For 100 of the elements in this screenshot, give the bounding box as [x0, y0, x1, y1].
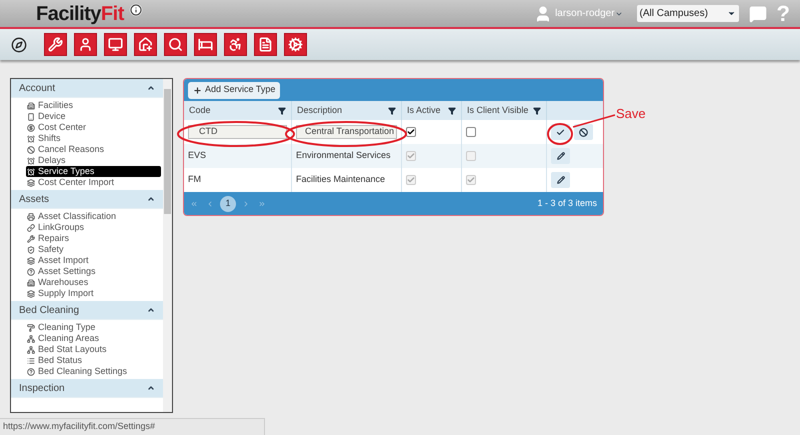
alarm-clock-icon — [27, 156, 35, 164]
checkbox[interactable] — [466, 127, 476, 137]
paint-roller-icon — [27, 324, 35, 332]
section-header[interactable]: Assets — [11, 190, 163, 209]
sidebar-item[interactable]: Cleaning Areas — [26, 333, 161, 344]
section-title: Account — [19, 82, 56, 96]
column-header[interactable]: Is Active — [402, 101, 462, 120]
building-icon — [27, 278, 35, 286]
sidebar-item[interactable]: Cost Center Import — [26, 177, 161, 188]
checkbox[interactable] — [406, 151, 416, 161]
monitor-icon — [108, 37, 123, 52]
campus-select[interactable]: (All Campuses) — [636, 5, 739, 22]
sidebar-item[interactable]: Facilities — [26, 100, 161, 111]
sidebar-item[interactable]: Cancel Reasons — [26, 144, 161, 155]
sidebar-item[interactable]: Shifts — [26, 133, 161, 144]
checkbox[interactable] — [406, 175, 416, 185]
settings-icon — [288, 37, 303, 52]
printer-icon — [27, 212, 35, 220]
column-header[interactable]: Description — [292, 101, 402, 120]
sidebar-item[interactable]: Device — [26, 111, 161, 122]
section-title: Inspection — [19, 382, 65, 396]
sidebar-item[interactable]: Bed Stat Layouts — [26, 344, 161, 355]
filter-icon — [448, 106, 456, 114]
section-header[interactable]: Inspection — [11, 379, 163, 398]
house-icon — [138, 37, 153, 52]
compass-icon[interactable] — [11, 36, 27, 52]
alarm-clock-icon — [27, 134, 35, 142]
check-icon — [407, 128, 415, 136]
sidebar-item[interactable]: Repairs — [26, 233, 161, 244]
wrench-icon — [27, 234, 35, 242]
section-header[interactable]: Bed Cleaning — [11, 301, 163, 320]
checkbox[interactable] — [406, 127, 416, 137]
settings-button[interactable] — [284, 33, 307, 56]
page-number[interactable]: 1 — [220, 196, 236, 212]
table-cell-text: FM — [188, 173, 201, 186]
actions-header — [547, 101, 603, 120]
link-icon — [27, 224, 35, 232]
table-cell-text: Environmental Services — [296, 149, 391, 162]
items-summary: 1 - 3 of 3 items — [537, 196, 597, 210]
sidebar-item[interactable]: Cleaning Type — [26, 322, 161, 333]
sidebar-item[interactable]: Asset Classification — [26, 211, 161, 222]
layers-icon — [27, 256, 35, 264]
edit-button[interactable] — [551, 172, 570, 188]
sidebar-item[interactable]: Warehouses — [26, 277, 161, 288]
sidebar-item[interactable]: Safety — [26, 244, 161, 255]
description-input[interactable]: Central Transportation — [296, 125, 397, 139]
edit-button[interactable] — [551, 148, 570, 164]
column-header[interactable]: Is Client Visible — [462, 101, 547, 120]
logo[interactable]: FacilityFit — [36, 4, 124, 24]
house-button[interactable] — [134, 33, 157, 56]
sidebar-item[interactable]: Asset Import — [26, 255, 161, 266]
bed-button[interactable] — [194, 33, 217, 56]
caret-icon — [726, 9, 736, 18]
alarm-clock-icon — [27, 168, 35, 176]
section-header[interactable]: Account — [11, 79, 163, 98]
code-input[interactable]: CTD — [188, 125, 287, 139]
scrollbar[interactable] — [163, 79, 172, 412]
sidebar-item[interactable]: Delays — [26, 155, 161, 166]
cancel-icon — [579, 128, 588, 136]
network-icon — [27, 346, 35, 354]
search-icon — [168, 37, 183, 52]
check-icon — [407, 176, 415, 184]
column-header[interactable]: Code — [184, 101, 292, 120]
filter-icon — [533, 106, 541, 114]
user-button[interactable] — [74, 33, 97, 56]
sidebar-item[interactable]: LinkGroups — [26, 222, 161, 233]
wrench-button[interactable] — [44, 33, 67, 56]
help-icon — [27, 368, 35, 376]
user-icon — [78, 37, 93, 52]
sidebar-item[interactable]: Asset Settings — [26, 266, 161, 277]
monitor-button[interactable] — [104, 33, 127, 56]
sidebar-item[interactable]: Cost Center — [26, 122, 161, 133]
checkbox[interactable] — [466, 151, 476, 161]
cancel-button[interactable] — [574, 124, 593, 140]
help-icon — [27, 268, 35, 276]
wheelchair-button[interactable] — [224, 33, 247, 56]
plus-icon — [193, 86, 202, 94]
pencil-icon — [556, 176, 564, 184]
list-icon — [27, 356, 35, 364]
save-annotation: Save — [616, 105, 646, 123]
status-bar-url: https://www.myfacilityfit.com/Settings# — [0, 418, 265, 435]
checkbox[interactable] — [466, 175, 476, 185]
sidebar-item[interactable]: Bed Cleaning Settings — [26, 366, 161, 377]
collapse-icon — [147, 195, 155, 203]
section-title: Bed Cleaning — [19, 304, 80, 318]
document-button[interactable] — [254, 33, 277, 56]
collapse-icon — [147, 306, 155, 314]
check-icon — [556, 128, 565, 136]
check-icon — [407, 152, 415, 160]
add-service-type-button[interactable]: Add Service Type — [188, 82, 280, 98]
sidebar-item[interactable]: Bed Status — [26, 355, 161, 366]
pencil-icon — [556, 152, 564, 160]
layers-icon — [27, 178, 35, 186]
sidebar-item[interactable]: Service Types — [26, 166, 161, 177]
leader-line — [572, 114, 616, 128]
info-icon[interactable] — [130, 4, 142, 16]
wheelchair-icon — [228, 37, 243, 52]
sidebar-item[interactable]: Supply Import — [26, 288, 161, 299]
ban-icon — [27, 146, 35, 154]
search-button[interactable] — [164, 33, 187, 56]
